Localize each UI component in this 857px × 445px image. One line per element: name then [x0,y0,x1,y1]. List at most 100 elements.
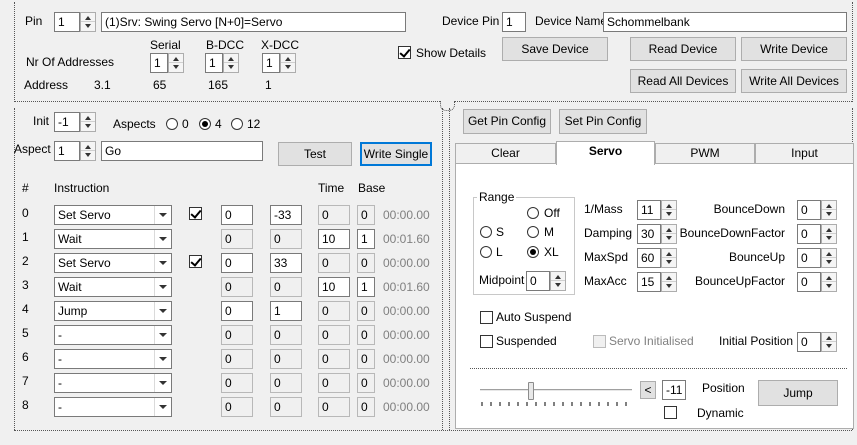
pin-value[interactable]: 1 [54,12,80,32]
base-input[interactable]: 0 [357,373,375,393]
write-device-button[interactable]: Write Device [741,37,847,61]
spin-arrows-icon[interactable] [821,200,837,220]
write-single-button[interactable]: Write Single [360,142,432,166]
base-input[interactable]: 0 [357,205,375,225]
time-input[interactable]: 0 [318,301,350,321]
pin-spinner[interactable]: 1 [54,12,96,32]
param2-input[interactable]: 1 [270,301,302,321]
param2-input[interactable]: 0 [270,325,302,345]
suspended-checkbox[interactable] [480,335,493,348]
spin-arrows-icon[interactable] [821,332,837,352]
tab-clear[interactable]: Clear [455,143,556,163]
dynamic-checkbox[interactable] [664,406,677,419]
param-2-value[interactable]: 60 [637,248,661,268]
base-input[interactable]: 0 [357,325,375,345]
time-input[interactable]: 0 [318,373,350,393]
spin-arrows-icon[interactable] [550,271,566,291]
aspect-spinner[interactable]: 1 [54,141,96,161]
spin-arrows-icon[interactable] [821,224,837,244]
spin-arrows-icon[interactable] [661,224,677,244]
time-input[interactable]: 0 [318,325,350,345]
base-input[interactable]: 0 [357,301,375,321]
aspect-value[interactable]: 1 [54,141,80,161]
range-radio-l[interactable] [480,246,492,258]
base-input[interactable]: 1 [357,229,375,249]
chevron-down-icon[interactable] [154,326,171,344]
bounce-3-spinner[interactable]: 0 [797,272,837,292]
base-input[interactable]: 0 [357,349,375,369]
init-value[interactable]: -1 [54,112,80,132]
time-input[interactable]: 0 [318,205,350,225]
param2-input[interactable]: 0 [270,349,302,369]
chevron-down-icon[interactable] [154,374,171,392]
spin-arrows-icon[interactable] [280,53,296,73]
serial-count-value[interactable]: 1 [150,53,168,73]
bounce-0-spinner[interactable]: 0 [797,200,837,220]
read-all-devices-button[interactable]: Read All Devices [630,69,736,93]
spin-arrows-icon[interactable] [821,248,837,268]
chevron-down-icon[interactable] [154,278,171,296]
range-radio-s[interactable] [480,226,492,238]
jump-button[interactable]: Jump [758,380,838,406]
range-radio-off[interactable] [527,207,539,219]
time-input[interactable]: 0 [318,253,350,273]
aspect-name-input[interactable]: Go [101,141,263,161]
param2-input[interactable]: 33 [270,253,302,273]
param-1-spinner[interactable]: 30 [637,224,677,244]
param2-input[interactable]: 0 [270,229,302,249]
param2-input[interactable]: 0 [270,373,302,393]
chevron-down-icon[interactable] [154,206,171,224]
range-radio-xl[interactable] [527,246,539,258]
chevron-down-icon[interactable] [154,230,171,248]
param2-input[interactable]: -33 [270,205,302,225]
instruction-select[interactable]: Set Servo [54,205,172,225]
auto-suspend-checkbox[interactable] [480,311,493,324]
spin-arrows-icon[interactable] [168,53,184,73]
param1-input[interactable]: 0 [221,277,253,297]
param-0-value[interactable]: 11 [637,200,661,220]
aspects-radio-0[interactable] [166,118,178,130]
base-input[interactable]: 0 [357,397,375,417]
bdcc-count-value[interactable]: 1 [205,53,223,73]
device-pin-input[interactable]: 1 [502,12,526,32]
set-pin-config-button[interactable]: Set Pin Config [559,109,647,134]
param1-input[interactable]: 0 [221,397,253,417]
tab-pwm[interactable]: PWM [655,143,755,163]
bounce-1-spinner[interactable]: 0 [797,224,837,244]
instruction-select[interactable]: Jump [54,301,172,321]
base-input[interactable]: 0 [357,253,375,273]
tab-input[interactable]: Input [755,143,854,163]
bounce-2-value[interactable]: 0 [797,248,821,268]
xdcc-count-value[interactable]: 1 [262,53,280,73]
save-device-button[interactable]: Save Device [502,37,608,61]
instruction-select[interactable]: - [54,349,172,369]
instruction-select[interactable]: - [54,397,172,417]
slider-thumb[interactable] [528,382,534,400]
position-decrement-button[interactable]: < [640,381,656,399]
chevron-down-icon[interactable] [154,350,171,368]
instruction-select[interactable]: - [54,325,172,345]
param2-input[interactable]: 0 [270,397,302,417]
param-0-spinner[interactable]: 11 [637,200,677,220]
instruction-select[interactable]: Wait [54,277,172,297]
show-details-checkbox[interactable] [398,46,411,59]
time-input[interactable]: 10 [318,229,350,249]
chevron-down-icon[interactable] [154,398,171,416]
param1-input[interactable]: 0 [221,301,253,321]
initial-position-value[interactable]: 0 [797,332,821,352]
param-1-value[interactable]: 30 [637,224,661,244]
get-pin-config-button[interactable]: Get Pin Config [463,109,551,134]
instruction-select[interactable]: Set Servo [54,253,172,273]
time-input[interactable]: 10 [318,277,350,297]
base-input[interactable]: 1 [357,277,375,297]
param-2-spinner[interactable]: 60 [637,248,677,268]
xdcc-count-spinner[interactable]: 1 [262,53,296,73]
spin-arrows-icon[interactable] [80,112,96,132]
param1-input[interactable]: 0 [221,205,253,225]
aspects-radio-4[interactable] [199,118,211,130]
position-value[interactable]: -11 [662,380,686,400]
init-spinner[interactable]: -1 [54,112,96,132]
write-all-devices-button[interactable]: Write All Devices [741,69,847,93]
chevron-down-icon[interactable] [154,254,171,272]
row-checkbox[interactable] [189,255,202,268]
